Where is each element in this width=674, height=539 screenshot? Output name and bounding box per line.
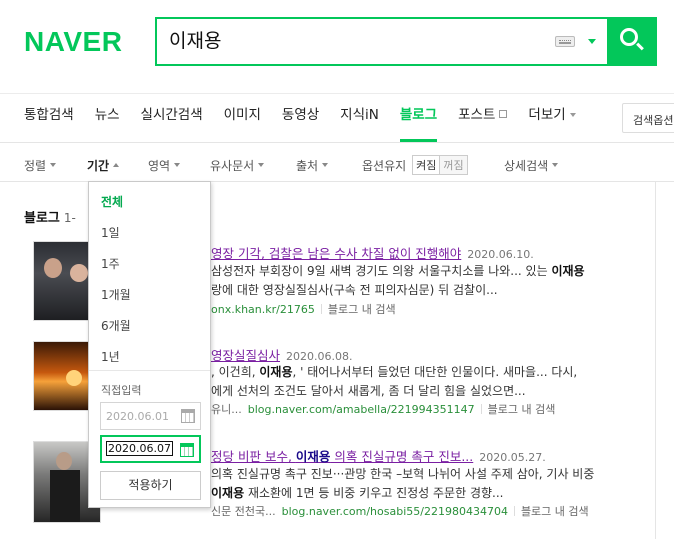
result-description: 의혹 진실규명 촉구 진보···관망 한국 –보혁 나뉘어 사설 주제 삼아, … <box>211 467 595 481</box>
result-url[interactable]: blog.naver.com/amabella/221994351147 <box>248 403 475 416</box>
section-title: 블로그 1- <box>24 207 76 226</box>
autocomplete-toggle-icon[interactable] <box>588 39 596 44</box>
tab-post[interactable]: 포스트 <box>458 103 508 139</box>
filter-source[interactable]: 출처 <box>296 155 362 175</box>
result-description: , 이건희, 이재용, ' 태어나서부터 들었던 대단한 인물이다. 새마을..… <box>211 365 578 379</box>
highlight-keyword: 이재용 <box>259 365 293 379</box>
chevron-down-icon <box>569 113 576 117</box>
start-date-field[interactable]: 2020.06.01 <box>100 402 201 430</box>
apply-button[interactable]: 적용하기 <box>100 471 201 500</box>
filter-bar: 정렬 기간 영역 유사문서 출처 옵션유지 켜짐 꺼짐 상세검색 <box>24 155 559 175</box>
filter-area[interactable]: 영역 <box>148 155 210 175</box>
tab-images[interactable]: 이미지 <box>224 103 261 139</box>
filter-sort-label: 정렬 <box>24 158 47 173</box>
search-icon <box>620 28 638 46</box>
tab-news[interactable]: 뉴스 <box>95 103 120 139</box>
result-title-row: 영장 기각, 검찰은 남은 수사 차질 없이 진행해야 2020.06.10. <box>211 243 534 262</box>
chevron-down-icon <box>552 163 559 167</box>
calendar-icon[interactable] <box>180 443 194 457</box>
result-url[interactable]: onx.khan.kr/21765 <box>211 303 315 316</box>
tab-video[interactable]: 동영상 <box>282 103 319 139</box>
result-url[interactable]: blog.naver.com/hosabi55/221980434704 <box>282 505 508 518</box>
tab-integrated[interactable]: 통합검색 <box>24 103 74 139</box>
chevron-down-icon <box>258 163 265 167</box>
period-option-1day[interactable]: 1일 <box>101 224 120 241</box>
chevron-down-icon <box>322 163 329 167</box>
result-title-row: 영장실질심사 2020.06.08. <box>211 345 353 364</box>
tab-blog[interactable]: 블로그 <box>399 103 438 142</box>
blog-inner-search-link[interactable]: 블로그 내 검색 <box>328 303 396 316</box>
calendar-icon[interactable] <box>181 409 195 423</box>
end-date-field[interactable]: 2020.06.07 <box>100 435 201 463</box>
option-keep-label: 옵션유지 <box>362 158 407 173</box>
result-meta: 유니... blog.naver.com/amabella/22199435114… <box>211 403 556 416</box>
end-date-value: 2020.06.07 <box>106 441 173 456</box>
result-description: 삼성전자 부회장이 9일 새벽 경기도 의왕 서울구치소를 나와... 있는 이… <box>211 264 585 278</box>
filter-area-label: 영역 <box>148 158 171 173</box>
tab-realtime[interactable]: 실시간검색 <box>141 103 203 139</box>
filter-source-label: 출처 <box>296 158 319 173</box>
result-date: 2020.05.27. <box>479 451 546 464</box>
result-meta: onx.khan.kr/21765 블로그 내 검색 <box>211 301 396 317</box>
search-input[interactable] <box>169 28 529 50</box>
start-date-value: 2020.06.01 <box>106 410 169 423</box>
filter-similar[interactable]: 유사문서 <box>210 155 296 175</box>
filter-option-keep: 옵션유지 켜짐 꺼짐 <box>362 155 504 175</box>
filter-detail-search[interactable]: 상세검색 <box>504 155 559 175</box>
option-keep-toggle[interactable]: 켜짐 꺼짐 <box>412 155 468 175</box>
result-description: 이재용 재소환에 1면 등 비중 키우고 진정성 주문한 경향... <box>211 486 504 500</box>
highlight-keyword: 이재용 <box>295 449 331 464</box>
period-option-all[interactable]: 전체 <box>101 193 123 210</box>
direct-input-label: 직접입력 <box>101 384 142 397</box>
tab-post-label: 포스트 <box>458 107 496 123</box>
highlight-keyword: 이재용 <box>551 264 585 278</box>
filter-detail-label: 상세검색 <box>504 158 549 173</box>
period-dropdown: 전체 1일 1주 1개월 6개월 1년 직접입력 2020.06.01 2020… <box>88 181 211 508</box>
tab-more-label: 더보기 <box>528 107 566 123</box>
period-option-1month[interactable]: 1개월 <box>101 286 131 303</box>
chevron-up-icon <box>113 163 120 167</box>
result-title-link[interactable]: 정당 비판 보수, 이재용 의혹 진실규명 촉구 진보... <box>211 449 473 464</box>
filter-period-label: 기간 <box>87 158 110 173</box>
naver-logo[interactable]: NAVER <box>24 26 122 58</box>
tab-more[interactable]: 더보기 <box>528 103 576 139</box>
toggle-off[interactable]: 꺼짐 <box>440 156 467 174</box>
tab-knowledge-in[interactable]: 지식iN <box>340 103 379 139</box>
result-description: 랑에 대한 영장실질심사(구속 전 피의자심문) 뒤 검찰이... <box>211 283 498 297</box>
external-link-icon <box>499 110 508 118</box>
search-tabs: 통합검색 뉴스 실시간검색 이미지 동영상 지식iN 블로그 포스트 더보기 <box>24 103 597 142</box>
result-date: 2020.06.08. <box>286 350 353 363</box>
keyboard-icon[interactable] <box>555 36 575 47</box>
chevron-down-icon <box>50 163 57 167</box>
filter-period[interactable]: 기간 <box>87 155 148 175</box>
result-title-link[interactable]: 영장실질심사 <box>211 348 280 363</box>
result-description: 에게 선처의 조건도 달아서 새롭게, 좀 더 달리 힘을 실었으면... <box>211 384 526 398</box>
chevron-down-icon <box>174 163 181 167</box>
blog-inner-search-link[interactable]: 블로그 내 검색 <box>521 505 589 518</box>
section-title-text: 블로그 <box>24 211 60 226</box>
toggle-on[interactable]: 켜짐 <box>413 156 441 174</box>
period-option-6months[interactable]: 6개월 <box>101 317 131 334</box>
search-options-button[interactable]: 검색옵션 <box>622 103 674 133</box>
search-box <box>155 17 657 66</box>
filter-similar-label: 유사문서 <box>210 158 255 173</box>
filter-sort[interactable]: 정렬 <box>24 155 87 175</box>
result-title-link[interactable]: 영장 기각, 검찰은 남은 수사 차질 없이 진행해야 <box>211 246 461 261</box>
period-option-1year[interactable]: 1년 <box>101 348 120 365</box>
result-count: 1- <box>63 211 76 225</box>
result-meta: 신문 전천국... blog.naver.com/hosabi55/2219804… <box>211 505 589 518</box>
blog-inner-search-link[interactable]: 블로그 내 검색 <box>488 403 556 416</box>
search-button[interactable] <box>607 17 657 66</box>
period-option-1week[interactable]: 1주 <box>101 255 120 272</box>
result-title-row: 정당 비판 보수, 이재용 의혹 진실규명 촉구 진보... 2020.05.27… <box>211 446 546 465</box>
result-date: 2020.06.10. <box>467 248 534 261</box>
highlight-keyword: 이재용 <box>211 486 245 500</box>
